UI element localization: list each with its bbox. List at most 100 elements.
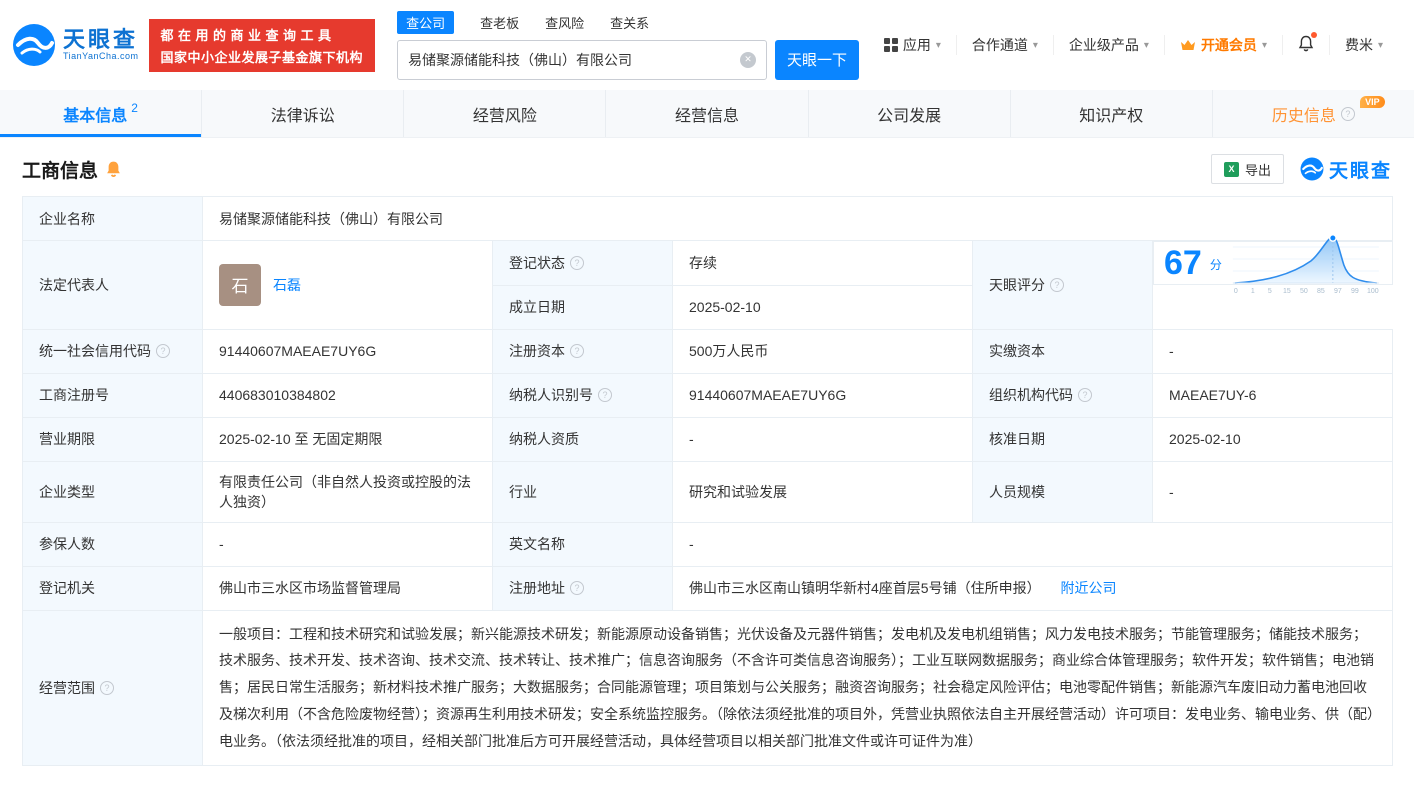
table-row: 法定代表人 石 石磊 登记状态 ? 存续 天眼评分 ? 67 分 0 1 5 1… [22, 234, 1393, 330]
tab-badge: 2 [131, 100, 138, 115]
field-value-address: 佛山市三水区南山镇明华新村4座首层5号铺（住所申报） 附近公司 [671, 565, 1394, 611]
tab-basic-info[interactable]: 基本信息 2 [0, 90, 202, 137]
search-tabs: 查公司 查老板 查风险 查关系 [397, 11, 859, 35]
help-icon[interactable]: ? [1340, 106, 1355, 121]
help-icon[interactable]: ? [156, 344, 170, 358]
svg-text:85: 85 [1317, 288, 1325, 295]
field-label-industry: 行业 [492, 460, 673, 523]
nav-user-label: 费米 [1344, 37, 1373, 53]
tab-business-info[interactable]: 经营信息 [605, 90, 807, 137]
field-label-text: 组织机构代码 [989, 387, 1073, 403]
field-label-reg-status: 登记状态 ? [492, 240, 673, 286]
business-info-table: 企业名称 易储聚源储能科技（佛山）有限公司 法定代表人 石 石磊 登记状态 ? … [22, 196, 1394, 766]
search-button[interactable]: 天眼一下 [775, 39, 860, 80]
search-tab-company[interactable]: 查公司 [397, 11, 455, 34]
field-value-reg-status: 存续 [672, 240, 973, 286]
field-label-english-name: 英文名称 [492, 521, 673, 567]
field-label-taxpayer-id: 纳税人识别号 ? [492, 372, 673, 418]
crown-icon [1180, 39, 1195, 50]
table-row: 参保人数 - 英文名称 - [22, 521, 1394, 567]
field-label-text: 登记状态 [509, 254, 565, 271]
search-area: 查公司 查老板 查风险 查关系 ✕ 天眼一下 [397, 11, 860, 80]
tab-operational-risk[interactable]: 经营风险 [403, 90, 605, 137]
nav-apps[interactable]: 应用 ▾ [869, 35, 956, 55]
search-input[interactable] [398, 41, 729, 78]
field-value-insured: - [202, 521, 493, 567]
field-value-industry: 研究和试验发展 [672, 460, 973, 523]
tab-label: 经营信息 [674, 107, 739, 125]
brand-domain: TianYanCha.com [63, 51, 139, 62]
tab-company-development[interactable]: 公司发展 [807, 90, 1010, 137]
tianyancha-logo-icon [1300, 157, 1324, 181]
nav-apps-label: 应用 [902, 37, 931, 53]
field-label-establish-date: 成立日期 [492, 284, 673, 330]
field-label-text: 天眼评分 [989, 276, 1045, 293]
help-icon[interactable]: ? [1078, 388, 1092, 402]
svg-text:1: 1 [1251, 288, 1255, 295]
svg-text:97: 97 [1334, 288, 1342, 295]
tab-intellectual-property[interactable]: 知识产权 [1009, 90, 1212, 137]
svg-text:99: 99 [1351, 288, 1359, 295]
help-icon[interactable]: ? [100, 680, 114, 695]
field-value-company-name: 易储聚源储能科技（佛山）有限公司 [201, 196, 1394, 241]
field-value-staff-size: - [1151, 460, 1394, 523]
svg-text:5: 5 [1268, 288, 1272, 295]
field-label-paid-capital: 实缴资本 [972, 328, 1153, 374]
nav-partner[interactable]: 合作通道 ▾ [955, 35, 1053, 55]
field-value-english-name: - [671, 521, 1394, 567]
notification-dot [1310, 32, 1317, 38]
table-row: 企业类型 有限责任公司（非自然人投资或控股的法人独资） 行业 研究和试验发展 人… [22, 460, 1394, 523]
field-label-registry: 登记机关 [22, 565, 203, 611]
field-label-company-type: 企业类型 [22, 460, 203, 523]
search-box: ✕ [397, 39, 768, 80]
field-label-term: 营业期限 [22, 416, 203, 462]
nav-user-menu[interactable]: 费米 ▾ [1328, 35, 1398, 55]
address-text: 佛山市三水区南山镇明华新村4座首层5号铺（住所申报） [689, 580, 1041, 596]
help-icon[interactable]: ? [1050, 277, 1064, 292]
field-value-reg-capital: 500万人民币 [672, 328, 973, 374]
nav-notifications[interactable] [1281, 32, 1329, 55]
field-label-text: 注册地址 [509, 580, 565, 596]
svg-text:100: 100 [1367, 288, 1379, 295]
field-label-score: 天眼评分 ? [972, 240, 1153, 330]
slogan-line1: 都在用的商业查询工具 [160, 27, 336, 43]
section-header: 工商信息 X 导出 天眼查 [0, 138, 1414, 196]
vip-badge: VIP [1360, 96, 1385, 108]
field-value-taxpayer-quality: - [672, 416, 973, 462]
nav-vip-label: 开通会员 [1200, 37, 1257, 53]
excel-icon: X [1223, 161, 1239, 177]
field-value-scope: 一般项目：工程和技术研究和试验发展；新兴能源技术研发；新能源原动设备销售；光伏设… [201, 609, 1394, 766]
help-icon[interactable]: ? [598, 388, 612, 402]
tab-legal-lawsuits[interactable]: 法律诉讼 [201, 90, 403, 137]
alert-bell-icon[interactable] [105, 160, 122, 178]
help-icon[interactable]: ? [570, 344, 584, 358]
nav-enterprise[interactable]: 企业级产品 ▾ [1052, 35, 1164, 55]
field-value-term: 2025-02-10 至 无固定期限 [202, 416, 493, 462]
help-icon[interactable]: ? [570, 255, 584, 270]
tab-label: 历史信息 [1271, 107, 1336, 125]
nav-vip-upgrade[interactable]: 开通会员 ▾ [1163, 35, 1282, 55]
search-tab-relation[interactable]: 查关系 [610, 13, 649, 32]
export-button[interactable]: X 导出 [1210, 154, 1284, 184]
legal-rep-name-link[interactable]: 石磊 [273, 275, 301, 295]
nearby-companies-link[interactable]: 附近公司 [1060, 580, 1116, 596]
tab-history-info[interactable]: VIP 历史信息 ? [1211, 90, 1414, 137]
search-tab-risk[interactable]: 查风险 [545, 13, 584, 32]
field-value-establish-date: 2025-02-10 [672, 284, 973, 330]
field-label-reg-number: 工商注册号 [22, 372, 203, 418]
help-icon[interactable]: ? [570, 581, 584, 595]
top-nav: 应用 ▾ 合作通道 ▾ 企业级产品 ▾ 开通会员 ▾ 费米 ▾ [869, 32, 1398, 55]
field-label-text: 注册资本 [509, 343, 565, 359]
legal-rep-avatar[interactable]: 石 [219, 263, 261, 306]
svg-text:50: 50 [1300, 288, 1308, 295]
watermark-text: 天眼查 [1328, 160, 1392, 182]
table-row: 统一社会信用代码 ? 91440607MAEAE7UY6G 注册资本 ? 500… [22, 328, 1394, 374]
clear-icon[interactable]: ✕ [740, 51, 757, 68]
tianyancha-logo[interactable]: 天眼查 TianYanCha.com [12, 23, 139, 67]
slogan-banner: 都在用的商业查询工具 国家中小企业发展子基金旗下机构 [148, 18, 376, 72]
chevron-down-icon: ▾ [935, 39, 941, 51]
field-value-legal-rep: 石 石磊 [202, 240, 493, 330]
search-tab-boss[interactable]: 查老板 [480, 13, 519, 32]
field-label-reg-capital: 注册资本 ? [492, 328, 673, 374]
field-label-text: 经营范围 [39, 679, 95, 696]
